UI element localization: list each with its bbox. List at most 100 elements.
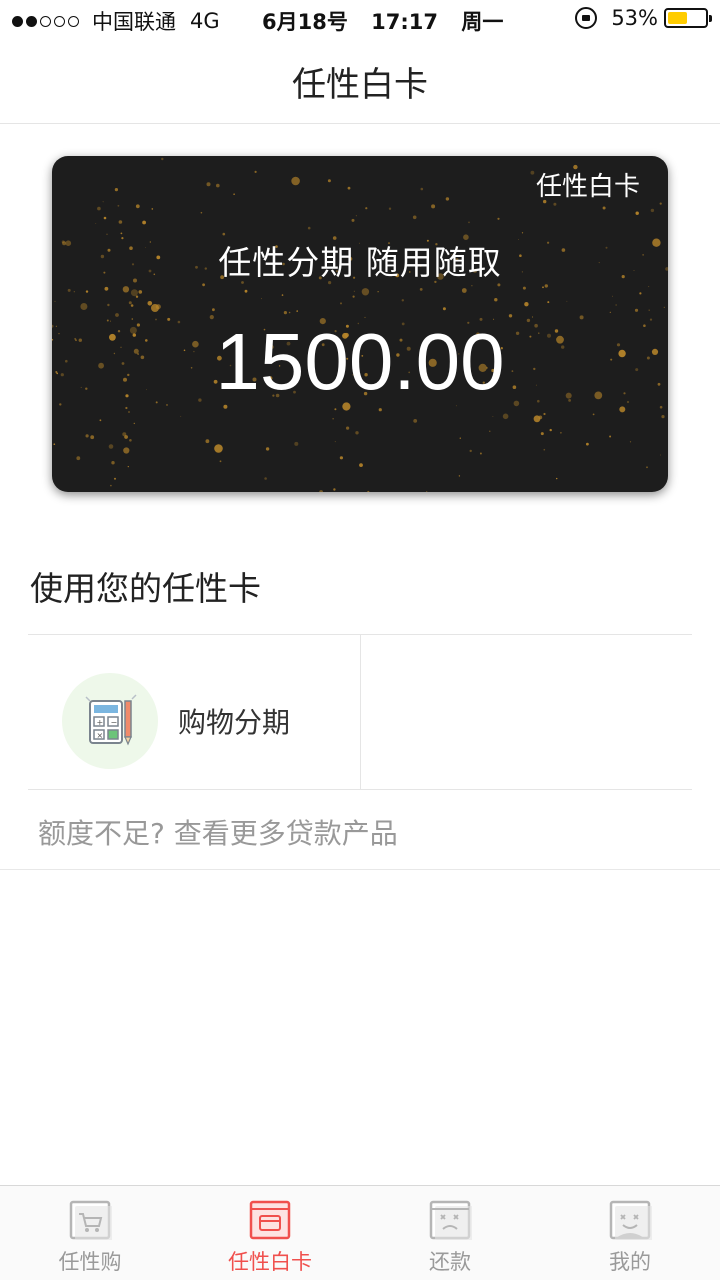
gold-speck <box>111 461 115 465</box>
gold-speck <box>367 490 370 492</box>
gold-speck <box>347 186 351 190</box>
status-right: 53% <box>575 6 712 30</box>
gold-speck <box>129 439 132 442</box>
gold-speck <box>117 204 120 207</box>
gold-speck <box>351 218 355 222</box>
gold-speck <box>361 288 370 296</box>
tab-mine[interactable]: 我的 <box>540 1186 720 1280</box>
status-date: 6月18号 <box>262 10 348 34</box>
gold-speck <box>260 298 262 300</box>
tab-shop[interactable]: 任性购 <box>0 1186 180 1280</box>
signal-dot <box>68 15 79 27</box>
status-bar: 中国联通 4G 6月18号 17:17 周一 53% <box>0 0 720 40</box>
gold-speck <box>566 300 568 302</box>
gold-speck <box>128 301 132 305</box>
gold-speck <box>206 182 211 187</box>
gold-speck <box>130 289 138 297</box>
gold-speck <box>663 306 665 308</box>
tab-label: 还款 <box>429 1250 471 1274</box>
gold-speck <box>222 232 226 236</box>
gold-speck <box>521 232 524 234</box>
gold-speck <box>431 204 436 209</box>
gold-speck <box>650 208 655 213</box>
tab-white-card[interactable]: 任性白卡 <box>180 1186 360 1280</box>
gold-speck <box>127 466 129 468</box>
gold-speck <box>639 292 642 295</box>
more-loans-link[interactable]: 额度不足? 查看更多贷款产品 <box>38 812 398 852</box>
gold-speck <box>365 207 368 210</box>
gold-speck <box>355 431 359 435</box>
status-left: 中国联通 4G <box>12 6 220 36</box>
gold-speck <box>265 447 270 451</box>
gold-speck <box>426 491 428 492</box>
gold-speck <box>592 413 595 416</box>
gold-speck <box>602 206 606 210</box>
gold-speck <box>123 447 130 454</box>
gold-speck <box>130 304 134 307</box>
gold-speck <box>547 301 550 304</box>
gold-speck <box>135 204 140 209</box>
gold-speck <box>442 307 446 311</box>
gold-speck <box>296 310 298 312</box>
network-type: 4G <box>190 9 220 33</box>
gold-speck <box>340 302 342 305</box>
signal-dot <box>26 15 37 27</box>
gold-speck <box>90 435 95 440</box>
gold-speck <box>138 290 143 294</box>
calculator-icon: + − × <box>62 673 158 769</box>
gold-speck <box>522 286 526 290</box>
gold-speck <box>553 202 557 206</box>
gold-speck <box>560 431 562 434</box>
gold-speck <box>142 220 146 225</box>
gold-speck <box>634 308 639 312</box>
signal-dot <box>54 15 65 27</box>
gold-speck <box>458 475 461 477</box>
gold-speck <box>542 286 544 289</box>
gold-speck <box>497 217 500 220</box>
gold-speck <box>543 412 546 416</box>
gold-speck <box>99 419 102 422</box>
rotation-lock-icon <box>575 7 598 29</box>
battery-icon <box>664 8 712 28</box>
gold-speck <box>85 290 89 293</box>
gold-speck <box>106 233 108 235</box>
gold-speck <box>118 220 123 224</box>
tab-bar: 任性购 任性白卡 还款 我的 <box>0 1185 720 1280</box>
service-installment-shopping[interactable]: + − × 购物分期 <box>62 673 290 769</box>
tab-label: 任性白卡 <box>228 1250 312 1274</box>
gold-speck <box>378 408 382 412</box>
gold-speck <box>412 215 417 220</box>
gold-speck <box>538 415 543 420</box>
credit-amount: 1500.00 <box>215 317 505 406</box>
gold-speck <box>67 288 71 292</box>
signal-dot <box>40 15 51 27</box>
gold-speck <box>524 302 529 307</box>
gold-speck <box>180 415 182 417</box>
gold-speck <box>97 206 101 211</box>
gold-speck <box>586 442 589 446</box>
gold-speck <box>85 434 89 438</box>
gold-speck <box>114 188 118 192</box>
tab-repay[interactable]: 还款 <box>360 1186 540 1280</box>
gold-speck <box>494 298 498 302</box>
gold-speck <box>327 179 331 183</box>
gold-speck <box>80 303 88 310</box>
divider <box>0 869 720 870</box>
gold-speck <box>135 295 139 298</box>
gold-speck <box>288 311 291 314</box>
gold-speck <box>648 309 650 311</box>
gold-speck <box>244 289 248 293</box>
credit-card[interactable]: 任性白卡 任性分期 随用随取 1500.00 <box>52 156 668 492</box>
gold-speck <box>612 295 613 297</box>
gold-speck <box>233 193 235 195</box>
gold-speck <box>264 477 267 480</box>
gold-speck <box>556 477 558 480</box>
tab-label: 任性购 <box>58 1250 122 1274</box>
battery-level <box>668 12 688 24</box>
bill-icon <box>428 1200 473 1242</box>
svg-text:×: × <box>97 731 104 740</box>
gold-speck <box>459 437 461 439</box>
gold-speck <box>219 460 222 463</box>
gold-speck <box>332 418 334 420</box>
gold-speck <box>212 308 215 312</box>
